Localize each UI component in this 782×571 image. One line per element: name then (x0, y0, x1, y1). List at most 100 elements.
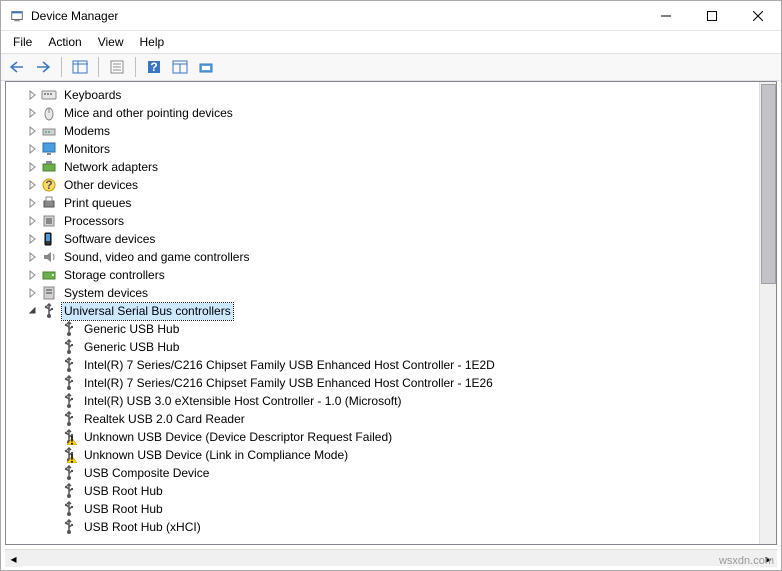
monitor-icon (40, 141, 58, 157)
show-hide-tree-button[interactable] (68, 55, 92, 79)
scroll-thumb[interactable] (761, 84, 776, 284)
tree-category[interactable]: ? Other devices (6, 176, 759, 194)
content-area: Keyboards Mice and other pointing device… (5, 81, 777, 545)
tree-label: Unknown USB Device (Link in Compliance M… (82, 447, 350, 464)
tree-category[interactable]: Software devices (6, 230, 759, 248)
tree-device[interactable]: Generic USB Hub (6, 320, 759, 338)
expander-none (46, 412, 60, 426)
chevron-right-icon[interactable] (26, 178, 40, 192)
toolbar-view-button[interactable] (168, 55, 192, 79)
expander-none (46, 430, 60, 444)
maximize-button[interactable] (689, 1, 735, 30)
tree-label: USB Composite Device (82, 465, 211, 482)
tree-category[interactable]: Network adapters (6, 158, 759, 176)
tree-device[interactable]: Intel(R) 7 Series/C216 Chipset Family US… (6, 356, 759, 374)
device-manager-window: Device Manager File Action View Help ? K… (0, 0, 782, 571)
usb-icon (60, 483, 78, 499)
usb-icon (60, 321, 78, 337)
close-button[interactable] (735, 1, 781, 30)
chevron-right-icon[interactable] (26, 160, 40, 174)
app-icon (9, 8, 25, 24)
chevron-down-icon[interactable] (26, 304, 40, 318)
tree-label: Software devices (62, 231, 157, 248)
tree-category[interactable]: Modems (6, 122, 759, 140)
chevron-right-icon[interactable] (26, 268, 40, 282)
chevron-right-icon[interactable] (26, 232, 40, 246)
tree-label: Modems (62, 123, 112, 140)
tree-device[interactable]: USB Root Hub (6, 500, 759, 518)
expander-none (46, 466, 60, 480)
menu-help[interactable]: Help (132, 33, 173, 51)
chevron-right-icon[interactable] (26, 124, 40, 138)
tree-category[interactable]: Mice and other pointing devices (6, 104, 759, 122)
horizontal-scrollbar[interactable]: ◂ ▸ (5, 549, 777, 566)
minimize-button[interactable] (643, 1, 689, 30)
tree-device[interactable]: Intel(R) 7 Series/C216 Chipset Family US… (6, 374, 759, 392)
titlebar: Device Manager (1, 1, 781, 31)
tree-label: Keyboards (62, 87, 123, 104)
tree-device[interactable]: USB Composite Device (6, 464, 759, 482)
chevron-right-icon[interactable] (26, 142, 40, 156)
chevron-right-icon[interactable] (26, 88, 40, 102)
window-title: Device Manager (31, 9, 643, 23)
tree-label: Universal Serial Bus controllers (62, 303, 233, 320)
device-tree[interactable]: Keyboards Mice and other pointing device… (6, 82, 759, 544)
expander-none (46, 520, 60, 534)
tree-label: USB Root Hub (xHCI) (82, 519, 203, 536)
tree-label: Realtek USB 2.0 Card Reader (82, 411, 247, 428)
tree-label: Intel(R) 7 Series/C216 Chipset Family US… (82, 375, 495, 392)
tree-category[interactable]: Monitors (6, 140, 759, 158)
tree-label: Intel(R) USB 3.0 eXtensible Host Control… (82, 393, 403, 410)
other-icon: ? (40, 177, 58, 193)
tree-label: Storage controllers (62, 267, 167, 284)
usb-icon (60, 357, 78, 373)
scroll-left-arrow[interactable]: ◂ (5, 550, 22, 567)
usb-icon (60, 393, 78, 409)
chevron-right-icon[interactable] (26, 286, 40, 300)
chevron-right-icon[interactable] (26, 196, 40, 210)
tree-device[interactable]: ! Unknown USB Device (Link in Compliance… (6, 446, 759, 464)
svg-text:?: ? (45, 178, 52, 192)
tree-label: USB Root Hub (82, 501, 165, 518)
tree-device[interactable]: Realtek USB 2.0 Card Reader (6, 410, 759, 428)
tree-category[interactable]: Storage controllers (6, 266, 759, 284)
tree-label: Generic USB Hub (82, 321, 181, 338)
menu-view[interactable]: View (90, 33, 132, 51)
forward-button[interactable] (31, 55, 55, 79)
tree-device[interactable]: ! Unknown USB Device (Device Descriptor … (6, 428, 759, 446)
menu-file[interactable]: File (5, 33, 40, 51)
expander-none (46, 322, 60, 336)
menu-action[interactable]: Action (40, 33, 89, 51)
system-icon (40, 285, 58, 301)
scan-hardware-button[interactable] (194, 55, 218, 79)
chevron-right-icon[interactable] (26, 214, 40, 228)
tree-category[interactable]: Universal Serial Bus controllers (6, 302, 759, 320)
tree-category[interactable]: Print queues (6, 194, 759, 212)
tree-category[interactable]: Sound, video and game controllers (6, 248, 759, 266)
software-icon (40, 231, 58, 247)
tree-category[interactable]: System devices (6, 284, 759, 302)
tree-device[interactable]: Generic USB Hub (6, 338, 759, 356)
usb-icon-warning: ! (60, 429, 78, 445)
tree-label: Sound, video and game controllers (62, 249, 251, 266)
chevron-right-icon[interactable] (26, 106, 40, 120)
tree-label: Intel(R) 7 Series/C216 Chipset Family US… (82, 357, 497, 374)
usb-icon (60, 519, 78, 535)
tree-category[interactable]: Processors (6, 212, 759, 230)
usb-icon (60, 465, 78, 481)
vertical-scrollbar[interactable] (759, 82, 776, 544)
chevron-right-icon[interactable] (26, 250, 40, 264)
window-controls (643, 1, 781, 30)
tree-category[interactable]: Keyboards (6, 86, 759, 104)
expander-none (46, 394, 60, 408)
tree-device[interactable]: USB Root Hub (xHCI) (6, 518, 759, 536)
tree-label: Network adapters (62, 159, 160, 176)
tree-label: USB Root Hub (82, 483, 165, 500)
tree-device[interactable]: USB Root Hub (6, 482, 759, 500)
toolbar-separator (61, 57, 62, 77)
back-button[interactable] (5, 55, 29, 79)
network-icon (40, 159, 58, 175)
properties-button[interactable] (105, 55, 129, 79)
help-button[interactable]: ? (142, 55, 166, 79)
tree-device[interactable]: Intel(R) USB 3.0 eXtensible Host Control… (6, 392, 759, 410)
